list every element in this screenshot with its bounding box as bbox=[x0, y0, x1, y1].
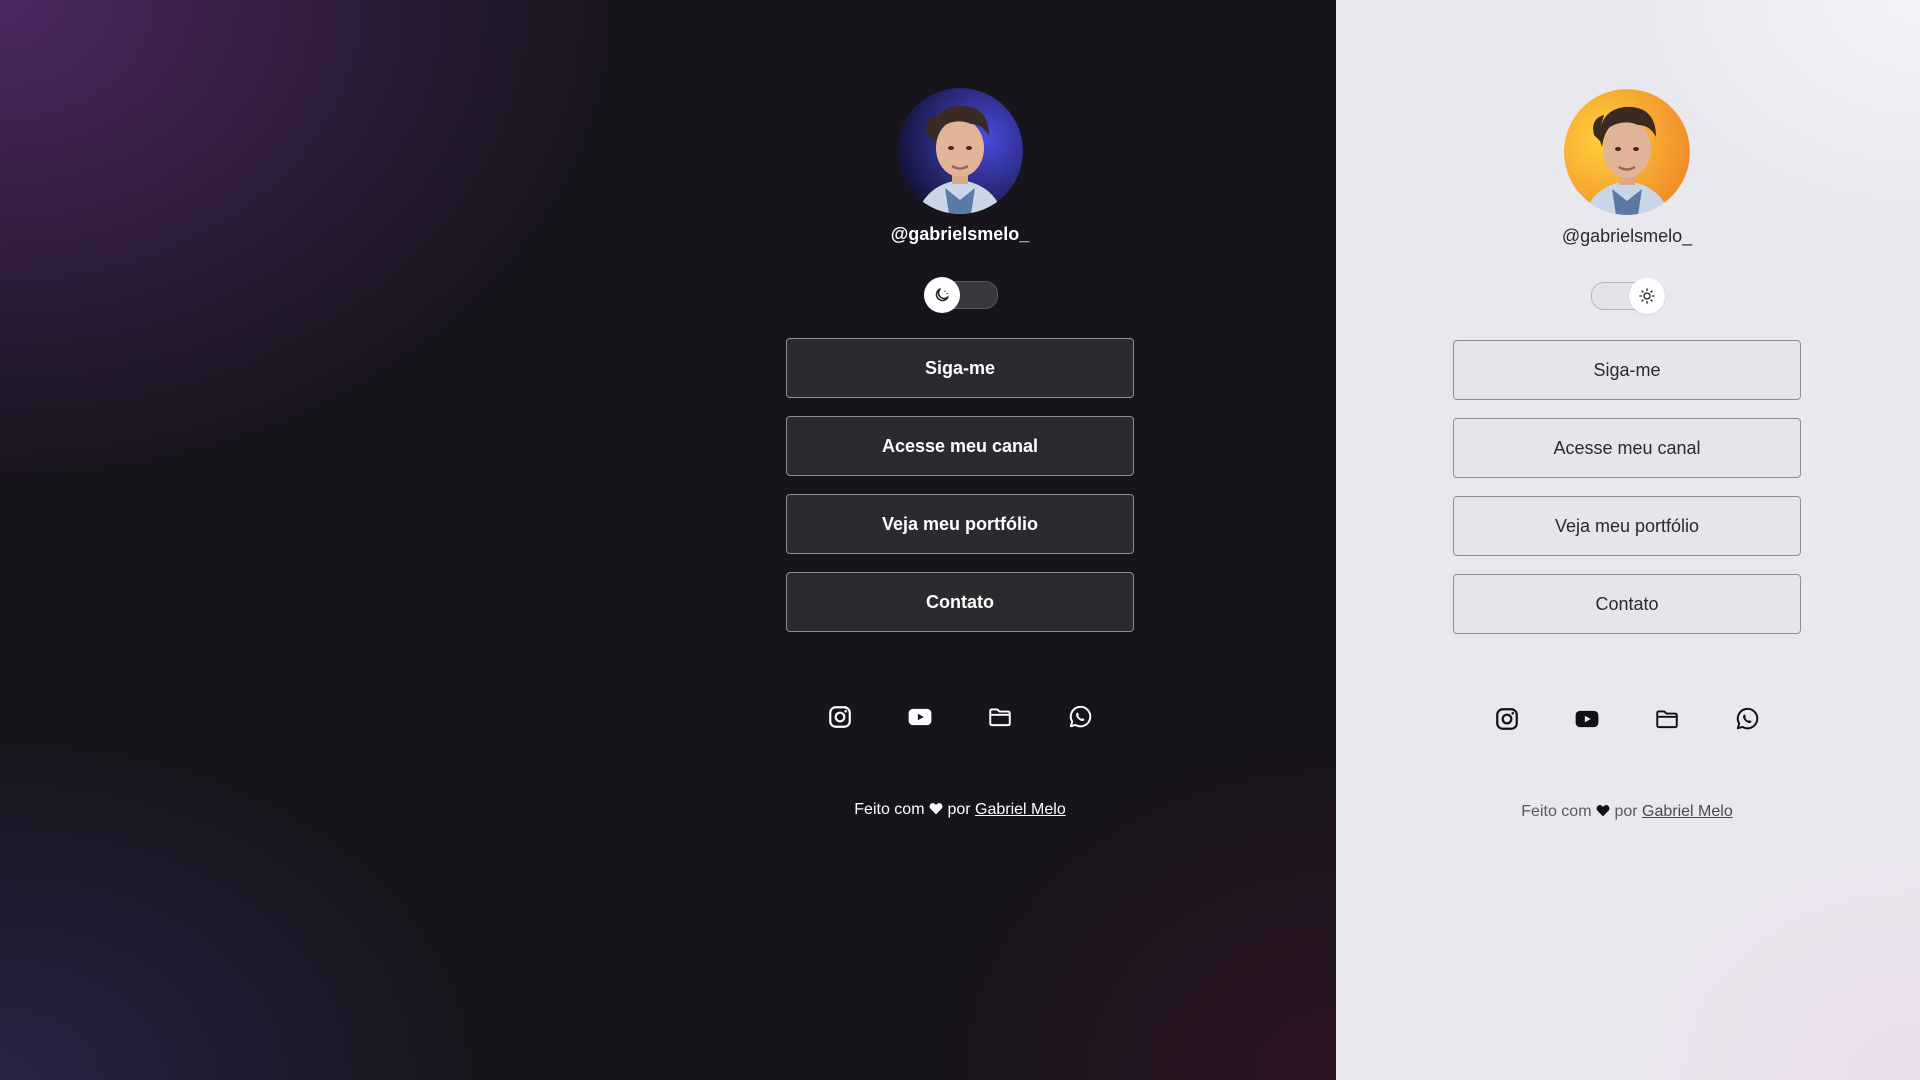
username-handle: @gabrielsmelo_ bbox=[890, 224, 1030, 244]
footer-prefix: Feito com bbox=[854, 801, 925, 818]
channel-button[interactable]: Acesse meu canal bbox=[786, 416, 1134, 476]
whatsapp-link[interactable] bbox=[1733, 705, 1761, 733]
portfolio-button[interactable]: Veja meu portfólio bbox=[1453, 496, 1801, 556]
follow-button[interactable]: Siga-me bbox=[786, 338, 1134, 398]
author-link[interactable]: Gabriel Melo bbox=[975, 801, 1066, 818]
social-links bbox=[826, 703, 1094, 731]
contact-button[interactable]: Contato bbox=[786, 572, 1134, 632]
youtube-link[interactable] bbox=[1573, 705, 1601, 733]
footer-middle: por bbox=[1614, 803, 1638, 820]
username-handle: @gabrielsmelo_ bbox=[1561, 226, 1693, 246]
moon-icon bbox=[935, 288, 949, 302]
avatar bbox=[897, 88, 1023, 214]
avatar bbox=[1564, 89, 1690, 215]
footer-prefix: Feito com bbox=[1521, 803, 1592, 820]
author-link[interactable]: Gabriel Melo bbox=[1642, 803, 1733, 820]
social-links bbox=[1493, 705, 1761, 733]
light-theme-preview: @gabrielsmelo_ Siga-me Acesse meu canal … bbox=[1336, 0, 1920, 1080]
instagram-link[interactable] bbox=[1493, 705, 1521, 733]
channel-button[interactable]: Acesse meu canal bbox=[1453, 418, 1801, 478]
heart-icon bbox=[1596, 805, 1610, 817]
portfolio-link[interactable] bbox=[1653, 705, 1681, 733]
youtube-icon bbox=[908, 708, 932, 726]
whatsapp-icon bbox=[1736, 707, 1759, 730]
portfolio-link[interactable] bbox=[986, 703, 1014, 731]
whatsapp-link[interactable] bbox=[1066, 703, 1094, 731]
youtube-icon bbox=[1575, 710, 1599, 728]
footer-middle: por bbox=[947, 801, 971, 818]
sun-icon bbox=[1639, 288, 1655, 304]
heart-icon bbox=[929, 803, 943, 815]
instagram-link[interactable] bbox=[826, 703, 854, 731]
folder-icon bbox=[1656, 710, 1678, 729]
contact-button[interactable]: Contato bbox=[1453, 574, 1801, 634]
youtube-link[interactable] bbox=[906, 703, 934, 731]
folder-icon bbox=[989, 708, 1011, 727]
whatsapp-icon bbox=[1069, 705, 1092, 728]
footer-credit: Feito com por Gabriel Melo bbox=[1453, 803, 1801, 821]
toggle-knob[interactable] bbox=[1629, 278, 1665, 314]
toggle-knob[interactable] bbox=[924, 277, 960, 313]
dark-theme-preview: @gabrielsmelo_ Siga-me Acesse meu canal … bbox=[0, 0, 1336, 1080]
portfolio-button[interactable]: Veja meu portfólio bbox=[786, 494, 1134, 554]
instagram-icon bbox=[1496, 708, 1518, 730]
theme-toggle[interactable] bbox=[1591, 278, 1665, 314]
instagram-icon bbox=[829, 706, 851, 728]
follow-button[interactable]: Siga-me bbox=[1453, 340, 1801, 400]
footer-credit: Feito com por Gabriel Melo bbox=[786, 801, 1134, 819]
theme-toggle[interactable] bbox=[924, 277, 998, 313]
